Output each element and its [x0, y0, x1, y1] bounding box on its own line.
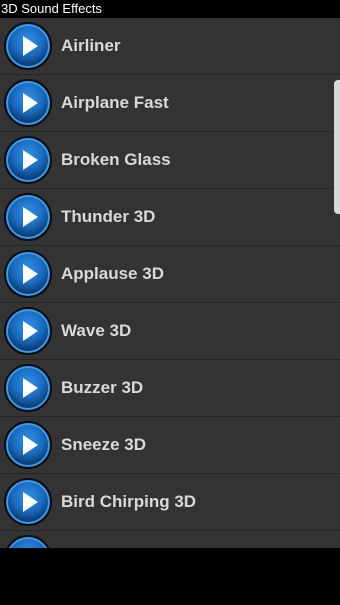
sound-label: Thunder 3D [61, 207, 156, 226]
play-icon [23, 321, 38, 341]
scrollbar-thumb[interactable] [334, 80, 340, 214]
sound-label: Buzzer 3D [61, 378, 144, 397]
sound-label: Airplane Fast [61, 93, 169, 112]
play-icon [23, 93, 38, 113]
play-icon [23, 150, 38, 170]
play-button[interactable] [4, 478, 52, 526]
play-icon [23, 36, 38, 56]
sound-row-bird-chirping-3d[interactable]: Bird Chirping 3D [0, 474, 340, 531]
app-title: 3D Sound Effects [0, 0, 340, 18]
sound-label: Bird Chirping 3D [61, 492, 197, 511]
play-icon [23, 435, 38, 455]
sound-row-broken-glass[interactable]: Broken Glass [0, 132, 340, 189]
play-button[interactable] [4, 22, 52, 70]
sound-label: Sneeze 3D [61, 435, 147, 454]
play-icon [23, 492, 38, 512]
play-icon [23, 207, 38, 227]
sound-label: Applause 3D [61, 264, 164, 283]
sound-row-buzzer-3d[interactable]: Buzzer 3D [0, 360, 340, 417]
play-icon [23, 378, 38, 398]
play-button[interactable] [4, 535, 52, 548]
sound-row-thunder-3d[interactable]: Thunder 3D [0, 189, 340, 246]
play-button[interactable] [4, 79, 52, 127]
sound-row-applause-3d[interactable]: Applause 3D [0, 246, 340, 303]
sound-row-wave-3d[interactable]: Wave 3D [0, 303, 340, 360]
bottom-bar [0, 548, 340, 605]
play-icon [23, 264, 38, 284]
sound-row-airplane-fast[interactable]: Airplane Fast [0, 75, 340, 132]
sound-label: Broken Glass [61, 150, 171, 169]
sound-label: Wave 3D [61, 321, 132, 340]
play-button[interactable] [4, 136, 52, 184]
sound-label: Airliner [61, 36, 121, 55]
play-button[interactable] [4, 364, 52, 412]
sound-row-sneeze-3d[interactable]: Sneeze 3D [0, 417, 340, 474]
play-button[interactable] [4, 307, 52, 355]
sound-row-partial[interactable] [0, 531, 340, 548]
sound-list: Airliner Airplane Fast Broken Glass Thun… [0, 18, 340, 548]
play-icon [6, 537, 50, 548]
play-button[interactable] [4, 421, 52, 469]
play-button[interactable] [4, 250, 52, 298]
play-button[interactable] [4, 193, 52, 241]
sound-row-airliner[interactable]: Airliner [0, 18, 340, 75]
